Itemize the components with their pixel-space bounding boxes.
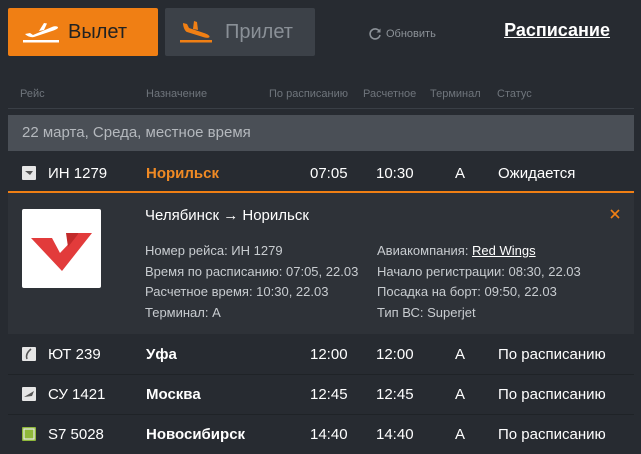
airline-logo-icon (22, 347, 36, 361)
column-header-flight: Рейс (20, 88, 45, 100)
scheduled-time: 12:45 (310, 386, 348, 403)
arrivals-label: Прилет (225, 21, 293, 43)
detail-airline: Авиакомпания: Red Wings (377, 241, 581, 262)
flight-number: ЮТ 239 (48, 346, 101, 363)
top-bar: Вылет Прилет Обновить Расписание (0, 0, 641, 64)
detail-checkin-start: Начало регистрации: 08:30, 22.03 (377, 263, 581, 279)
scheduled-time: 14:40 (310, 426, 348, 443)
flight-row[interactable]: ЮТ 239 Уфа 12:00 12:00 A По расписанию (8, 335, 634, 373)
detail-boarding: Посадка на борт: 09:50, 22.03 (377, 284, 557, 299)
detail-terminal: Терминал: A (145, 304, 221, 320)
airline-logo-icon (22, 166, 36, 180)
terminal: A (455, 386, 466, 403)
detail-estimated-time: Расчетное время: 10:30, 22.03 (145, 284, 329, 299)
departures-tab[interactable]: Вылет (8, 8, 158, 56)
refresh-icon (369, 28, 381, 40)
plane-landing-icon (180, 21, 212, 43)
column-header-destination: Назначение (146, 88, 208, 100)
header-divider (8, 108, 634, 109)
flight-detail-panel: Челябинск → Норильск Номер рейса: ИН 127… (8, 193, 634, 334)
date-bar: 22 марта, Среда, местное время (8, 115, 634, 151)
table-header: Рейс Назначение По расписанию Расчетное … (0, 84, 641, 104)
airline-link[interactable]: Red Wings (472, 243, 536, 258)
schedule-link[interactable]: Расписание (504, 20, 610, 41)
detail-column-left: Номер рейса: ИН 1279 Время по расписанию… (145, 241, 358, 323)
airline-logo-icon (22, 387, 36, 401)
route-title: Челябинск → Норильск (145, 207, 309, 224)
terminal: A (455, 346, 466, 363)
destination: Норильск (146, 165, 219, 182)
detail-column-right: Авиакомпания: Red Wings Начало регистрац… (377, 241, 581, 323)
red-wings-logo (22, 209, 101, 288)
detail-aircraft-type: Тип ВС: Superjet (377, 304, 476, 320)
destination: Уфа (146, 346, 177, 363)
estimated-time: 12:00 (376, 346, 414, 363)
estimated-time: 12:45 (376, 386, 414, 403)
scheduled-time: 07:05 (310, 165, 348, 182)
column-header-status: Статус (497, 88, 532, 100)
flight-number: S7 5028 (48, 426, 104, 443)
column-header-estimated: Расчетное (363, 88, 417, 100)
flight-status: Ожидается (498, 165, 576, 182)
flight-status: По расписанию (498, 426, 606, 443)
estimated-time: 10:30 (376, 165, 414, 182)
column-header-terminal: Терминал (430, 88, 481, 100)
detail-airline-prefix: Авиакомпания: (377, 243, 473, 258)
detail-scheduled-time: Время по расписанию: 07:05, 22.03 (145, 263, 359, 279)
close-icon[interactable] (608, 207, 622, 221)
refresh-button[interactable]: Обновить (368, 26, 436, 42)
terminal: A (455, 165, 466, 182)
flight-number: СУ 1421 (48, 386, 106, 403)
scheduled-time: 12:00 (310, 346, 348, 363)
flight-row[interactable]: ИН 1279 Норильск 07:05 10:30 A Ожидается (8, 154, 634, 192)
flight-row[interactable]: СУ 1421 Москва 12:45 12:45 A По расписан… (8, 375, 634, 413)
airline-logo-icon (22, 427, 36, 441)
estimated-time: 14:40 (376, 426, 414, 443)
refresh-label: Обновить (386, 28, 436, 40)
date-label: 22 марта, Среда, местное время (22, 124, 251, 141)
terminal: A (455, 426, 466, 443)
plane-takeoff-icon (23, 23, 59, 43)
flight-status: По расписанию (498, 386, 606, 403)
column-header-scheduled: По расписанию (269, 88, 349, 100)
departures-label: Вылет (68, 21, 128, 43)
flight-number: ИН 1279 (48, 165, 108, 182)
destination: Москва (146, 386, 201, 403)
detail-flight-number: Номер рейса: ИН 1279 (145, 243, 283, 258)
flight-status: По расписанию (498, 346, 606, 363)
arrivals-tab[interactable]: Прилет (165, 8, 315, 56)
flight-row[interactable]: S7 5028 Новосибирск 14:40 14:40 A По рас… (8, 415, 634, 453)
destination: Новосибирск (146, 426, 246, 443)
